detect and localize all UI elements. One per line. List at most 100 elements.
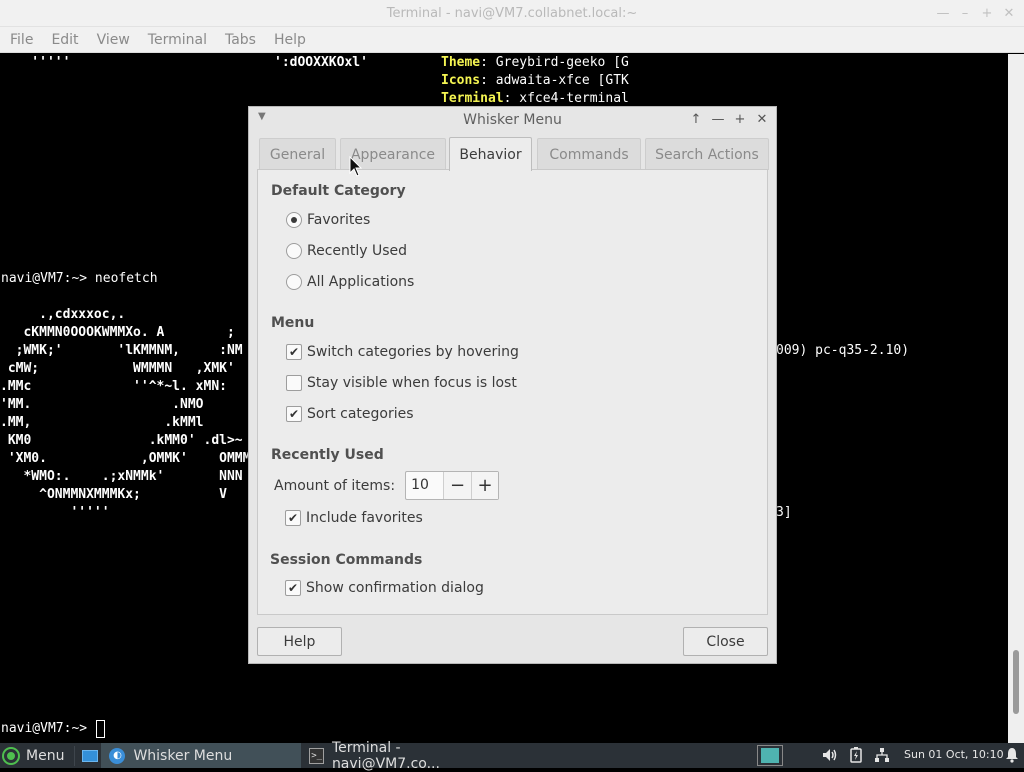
terminal-cursor xyxy=(96,720,105,738)
checkbox-label: Show confirmation dialog xyxy=(306,580,484,596)
include-favorites-option[interactable]: ✔ Include favorites xyxy=(285,510,423,526)
terminal-maximize-icon[interactable]: + xyxy=(978,4,996,22)
tab-commands[interactable]: Commands xyxy=(537,138,641,170)
sort-categories-option[interactable]: ✔ Sort categories xyxy=(286,406,414,422)
volume-icon[interactable] xyxy=(820,746,840,764)
show-desktop-icon[interactable] xyxy=(82,749,99,762)
keep-above-icon[interactable]: ↑ xyxy=(688,110,704,128)
neofetch-logo-line: ;WMK;' 'lKMMNM, :NM xyxy=(0,343,243,358)
checkbox[interactable]: ✔ xyxy=(285,510,301,526)
dialog-titlebar[interactable]: ▼ Whisker Menu ↑ — + ✕ xyxy=(249,107,776,133)
amount-of-items-stepper[interactable]: 10 − + xyxy=(405,471,500,500)
task-label: Terminal - navi@VM7.co... xyxy=(331,739,440,772)
menu-file[interactable]: File xyxy=(2,32,41,48)
increment-icon[interactable]: + xyxy=(471,472,499,499)
behavior-panel: Default Category Favorites Recently Used… xyxy=(257,169,768,615)
start-menu-button[interactable]: Menu xyxy=(0,743,70,768)
terminal-scrollbar[interactable] xyxy=(1008,54,1024,743)
terminal-line: Theme: Greybird-geeko [G xyxy=(441,55,629,70)
session-commands-heading: Session Commands xyxy=(270,552,423,568)
terminal-shade-icon[interactable]: — xyxy=(934,4,952,22)
neofetch-logo-line: ^ONMMNXMMMKx; V xyxy=(0,487,227,502)
minimize-icon[interactable]: — xyxy=(710,110,726,128)
task-label: Whisker Menu xyxy=(133,747,233,764)
decrement-icon[interactable]: − xyxy=(444,472,472,499)
workspace-1[interactable] xyxy=(761,748,779,763)
terminal-titlebar[interactable]: Terminal - navi@VM7.collabnet.local:~ — … xyxy=(0,0,1024,27)
menu-terminal[interactable]: Terminal xyxy=(140,32,215,48)
radio-favorites[interactable]: Favorites xyxy=(286,212,370,228)
notification-bell-icon[interactable] xyxy=(1002,746,1022,764)
checkbox[interactable]: ✔ xyxy=(286,406,302,422)
neofetch-logo-line: ''''' xyxy=(0,505,110,520)
terminal-title: Terminal - navi@VM7.collabnet.local:~ xyxy=(386,5,638,21)
clock[interactable]: Sun 01 Oct, 10:10 xyxy=(904,746,1004,764)
workspace-switcher[interactable] xyxy=(757,745,783,766)
amount-of-items-row: Amount of items: 10 − + xyxy=(274,471,500,500)
neofetch-logo-line: cMW; WMMMN ,XMK' xyxy=(0,361,235,376)
terminal-prompt-line: navi@VM7:~> neofetch xyxy=(1,271,158,286)
close-button[interactable]: Close xyxy=(683,627,768,656)
neofetch-logo-line: KM0 .kMM0' .dl>~ xyxy=(0,433,243,448)
mouse-pointer-icon xyxy=(349,156,363,177)
terminal-line: ''''' xyxy=(0,55,71,70)
stay-visible-option[interactable]: Stay visible when focus is lost xyxy=(286,375,517,391)
tab-behavior[interactable]: Behavior xyxy=(449,137,532,171)
recently-used-heading: Recently Used xyxy=(271,447,384,463)
terminal-minimize-icon[interactable]: – xyxy=(956,4,974,22)
network-icon[interactable] xyxy=(872,746,892,764)
window-menu-icon[interactable]: ▼ xyxy=(258,111,266,122)
amount-of-items-input[interactable]: 10 xyxy=(406,472,445,499)
neofetch-logo-line: *WMO:. .;xNMMk' NNN xyxy=(0,469,243,484)
neofetch-logo-line: 'MM. .NMO xyxy=(0,397,204,412)
show-confirmation-option[interactable]: ✔ Show confirmation dialog xyxy=(285,580,484,596)
terminal-menubar: File Edit View Terminal Tabs Help xyxy=(0,27,1024,53)
menu-tabs[interactable]: Tabs xyxy=(217,32,264,48)
help-button[interactable]: Help xyxy=(257,627,342,656)
whisker-menu-dialog: ▼ Whisker Menu ↑ — + ✕ General Appearanc… xyxy=(248,106,777,664)
dialog-title: Whisker Menu xyxy=(463,112,562,128)
close-icon[interactable]: ✕ xyxy=(754,110,770,128)
terminal-final-prompt: navi@VM7:~> xyxy=(1,721,95,736)
checkbox[interactable]: ✔ xyxy=(286,344,302,360)
radio-label: Recently Used xyxy=(307,243,408,259)
default-category-heading: Default Category xyxy=(271,183,406,199)
amount-of-items-label: Amount of items: xyxy=(274,477,396,494)
start-menu-label: Menu xyxy=(26,747,65,764)
radio-label: All Applications xyxy=(307,274,415,290)
terminal-line: ':dOOXXKOxl' xyxy=(274,55,368,70)
checkbox[interactable]: ✔ xyxy=(285,580,301,596)
radio-all-applications[interactable]: All Applications xyxy=(286,274,414,290)
menu-edit[interactable]: Edit xyxy=(43,32,86,48)
menu-help[interactable]: Help xyxy=(266,32,314,48)
whisker-menu-app-icon: ◐ xyxy=(109,747,126,764)
terminal-scroll-thumb[interactable] xyxy=(1013,650,1019,714)
tab-search-actions[interactable]: Search Actions xyxy=(645,138,769,170)
radio-button[interactable] xyxy=(286,212,302,228)
terminal-line: 009) pc-q35-2.10) xyxy=(776,343,910,358)
terminal-line: Icons: adwaita-xfce [GTK xyxy=(441,73,629,88)
radio-recently-used[interactable]: Recently Used xyxy=(286,243,407,259)
switch-categories-hover-option[interactable]: ✔ Switch categories by hovering xyxy=(286,344,519,360)
menu-view[interactable]: View xyxy=(89,32,138,48)
tab-bar: General Appearance Behavior Commands Sea… xyxy=(259,137,769,171)
menu-heading: Menu xyxy=(271,315,315,331)
tab-general[interactable]: General xyxy=(259,138,336,170)
neofetch-logo-line: cKMMN0OOOKWMMXo. A ; xyxy=(0,325,235,340)
radio-button[interactable] xyxy=(286,243,302,259)
terminal-close-icon[interactable]: ✕ xyxy=(1000,4,1018,22)
task-whisker-menu[interactable]: ◐ Whisker Menu xyxy=(101,743,302,768)
radio-button[interactable] xyxy=(286,274,302,290)
battery-icon[interactable] xyxy=(846,746,866,764)
task-terminal[interactable]: >_ Terminal - navi@VM7.co... xyxy=(301,740,501,772)
start-menu-icon xyxy=(4,748,18,763)
checkbox[interactable] xyxy=(286,375,302,391)
maximize-icon[interactable]: + xyxy=(732,110,748,128)
checkbox-label: Include favorites xyxy=(306,510,423,526)
checkbox-label: Stay visible when focus is lost xyxy=(307,375,517,391)
checkbox-label: Switch categories by hovering xyxy=(307,344,519,360)
radio-label: Favorites xyxy=(307,212,371,228)
neofetch-logo-line: .MM, .kMMl xyxy=(0,415,204,430)
taskbar: Menu ◐ Whisker Menu >_ Terminal - navi@V… xyxy=(0,740,1024,772)
terminal-app-icon: >_ xyxy=(309,747,324,764)
